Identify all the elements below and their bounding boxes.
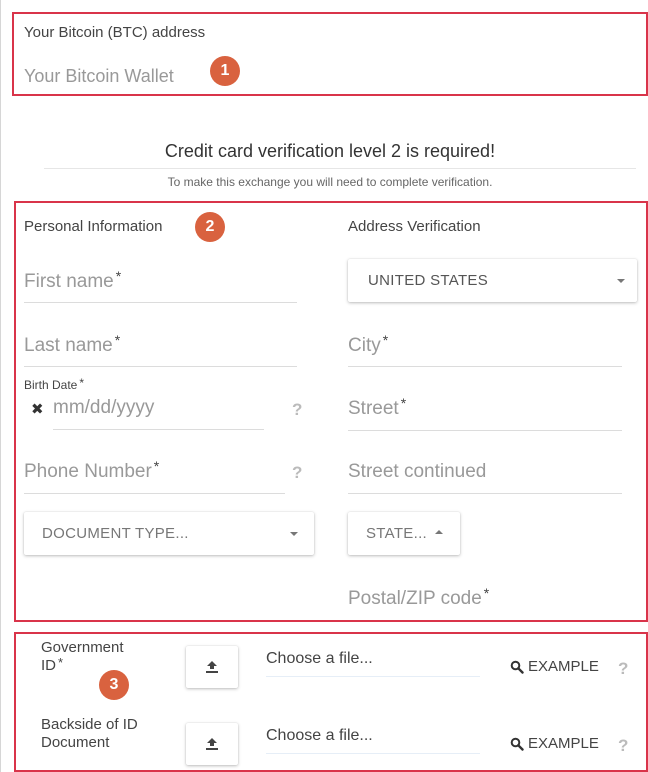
last-name-underline — [24, 366, 297, 367]
required-mark: * — [114, 332, 121, 348]
help-question-icon[interactable]: ? — [618, 736, 628, 756]
country-select-value: UNITED STATES — [368, 272, 489, 289]
government-id-upload-button[interactable] — [186, 646, 238, 688]
example-link-label: EXAMPLE — [528, 735, 599, 752]
upload-icon — [206, 661, 218, 673]
city-underline — [348, 366, 622, 367]
phone-underline — [24, 493, 285, 494]
city-input[interactable]: City * — [348, 332, 389, 357]
chevron-up-icon — [435, 529, 444, 534]
street-continued-underline — [348, 493, 622, 494]
example-link-label: EXAMPLE — [528, 658, 599, 675]
file-input-underline — [266, 676, 480, 677]
search-icon — [510, 737, 524, 751]
clear-x-icon[interactable]: ✖ — [31, 400, 44, 418]
required-mark: * — [483, 585, 490, 601]
street-continued-input[interactable]: Street continued — [348, 461, 486, 483]
city-placeholder: City — [348, 335, 381, 356]
verification-title: Credit card verification level 2 is requ… — [164, 141, 496, 161]
state-select[interactable]: STATE... — [348, 512, 460, 555]
required-mark: * — [115, 268, 122, 284]
birth-date-underline — [53, 429, 264, 430]
document-type-select-value: DOCUMENT TYPE... — [42, 525, 189, 542]
phone-number-input[interactable]: Phone Number * — [24, 458, 160, 483]
birth-date-label: Birth Date * — [24, 376, 85, 392]
upload-icon — [206, 738, 218, 750]
postal-code-input[interactable]: Postal/ZIP code * — [348, 585, 490, 610]
street-underline — [348, 430, 622, 431]
backside-id-label: Backside of ID Document — [41, 716, 138, 752]
help-question-icon[interactable]: ? — [618, 659, 628, 679]
first-name-underline — [24, 302, 297, 303]
birth-date-label-text: Birth Date — [24, 378, 78, 392]
first-name-input[interactable]: First name * — [24, 268, 122, 293]
help-question-icon[interactable]: ? — [292, 400, 302, 420]
help-question-icon[interactable]: ? — [292, 463, 302, 483]
document-type-select[interactable]: DOCUMENT TYPE... — [24, 512, 314, 555]
address-verification-heading: Address Verification — [348, 218, 481, 235]
government-id-file-input[interactable]: Choose a file... — [266, 650, 373, 668]
government-id-example-link[interactable]: EXAMPLE — [510, 658, 599, 675]
backside-id-file-input[interactable]: Choose a file... — [266, 727, 373, 745]
street-input[interactable]: Street * — [348, 395, 407, 420]
street-placeholder: Street — [348, 398, 399, 419]
search-icon — [510, 660, 524, 674]
required-mark: * — [79, 376, 85, 390]
last-name-placeholder: Last name — [24, 335, 113, 356]
callout-badge-1: 1 — [210, 56, 240, 86]
last-name-input[interactable]: Last name * — [24, 332, 121, 357]
backside-id-example-link[interactable]: EXAMPLE — [510, 735, 599, 752]
wallet-address-input[interactable]: Your Bitcoin Wallet — [24, 66, 174, 87]
file-input-underline — [266, 753, 480, 754]
backside-id-label-line1: Backside of ID — [41, 716, 138, 733]
callout-badge-3: 3 — [99, 670, 129, 700]
callout-badge-2: 2 — [195, 212, 225, 242]
first-name-placeholder: First name — [24, 271, 114, 292]
wallet-label: Your Bitcoin (BTC) address — [24, 24, 206, 41]
chevron-down-icon — [617, 279, 625, 283]
backside-id-label-line2: Document — [41, 734, 110, 751]
personal-info-heading: Personal Information — [24, 218, 163, 235]
required-mark: * — [382, 332, 389, 348]
backside-id-upload-button[interactable] — [186, 723, 238, 765]
postal-code-placeholder: Postal/ZIP code — [348, 588, 482, 609]
chevron-down-icon — [290, 532, 298, 536]
divider — [44, 168, 636, 169]
phone-number-placeholder: Phone Number — [24, 461, 152, 482]
country-select[interactable]: UNITED STATES — [348, 259, 637, 302]
required-mark: * — [58, 655, 64, 670]
birth-date-input[interactable]: mm/dd/yyyy — [53, 397, 154, 419]
government-id-label-text: ID — [41, 657, 56, 674]
government-id-label-line1: Government — [41, 639, 124, 656]
verification-subtitle: To make this exchange you will need to c… — [167, 175, 493, 189]
required-mark: * — [153, 458, 160, 474]
state-select-value: STATE... — [366, 525, 428, 542]
required-mark: * — [400, 395, 407, 411]
